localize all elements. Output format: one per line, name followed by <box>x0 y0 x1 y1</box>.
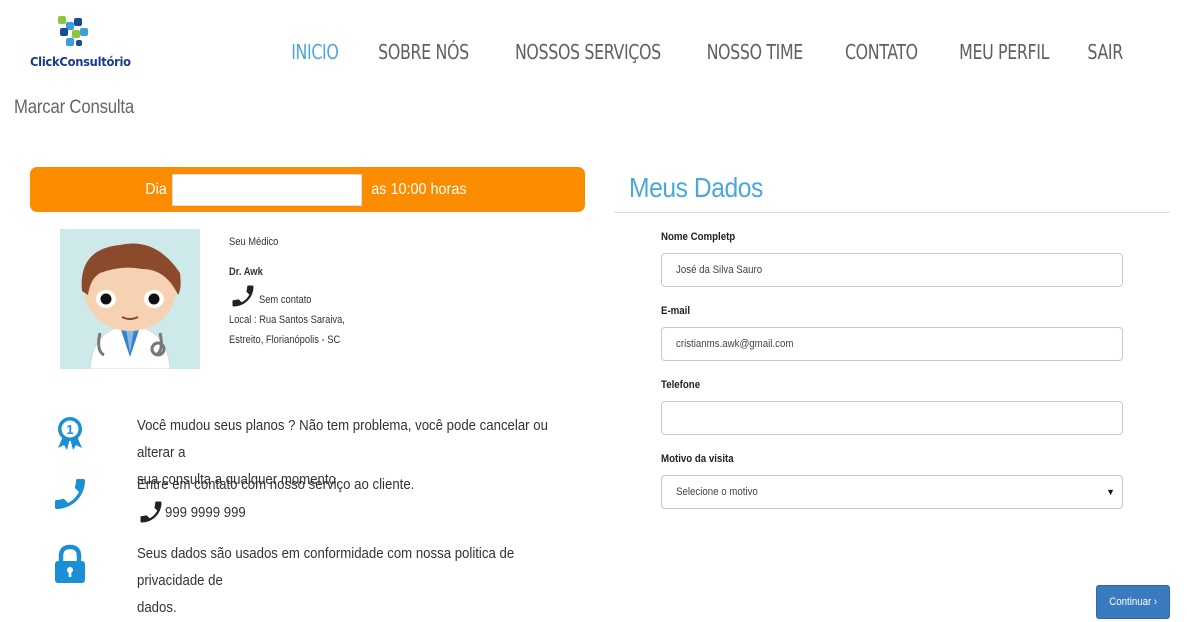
reason-selected-value: Selecione o motivo <box>676 486 758 498</box>
privacy-text: Seus dados são usados em conformidade co… <box>137 540 567 621</box>
svg-text:1: 1 <box>66 422 73 437</box>
phone-field[interactable] <box>661 401 1123 435</box>
phone-icon <box>140 501 162 523</box>
name-field[interactable]: José da Silva Sauro <box>661 253 1123 287</box>
brand-logo[interactable]: ClickConsultório <box>30 14 131 72</box>
nav-item-nosso-time[interactable]: NOSSO TIME <box>707 40 804 64</box>
nav-item-nossos-servicos[interactable]: NOSSOS SERVIÇOS <box>514 40 660 64</box>
doctor-avatar <box>60 229 200 369</box>
phone-icon <box>55 479 85 509</box>
doctor-contact: Sem contato <box>229 282 365 310</box>
form-divider <box>614 212 1170 213</box>
email-value: cristianms.awk@gmail.com <box>676 338 794 350</box>
info-row-contact: Entre em contato com nosso serviço ao cl… <box>50 474 414 523</box>
reason-select[interactable]: Selecione o motivo ▼ <box>661 475 1123 509</box>
main-nav: INICIO SOBRE NÓS NOSSOS SERVIÇOS NOSSO T… <box>288 40 1125 64</box>
appointment-prefix: Dia <box>144 180 167 198</box>
appointment-bar: Dia as 10:00 horas <box>30 167 585 212</box>
privacy-text-line2: dados. <box>137 599 177 616</box>
phone-icon <box>232 285 254 307</box>
chevron-down-icon: ▼ <box>1106 487 1115 497</box>
nav-item-contato[interactable]: CONTATO <box>845 40 918 64</box>
phone-label: Telefone <box>661 379 701 391</box>
nav-item-sair[interactable]: SAIR <box>1087 40 1123 64</box>
contact-text: Entre em contato com nosso serviço ao cl… <box>137 471 567 526</box>
date-input[interactable] <box>171 173 362 206</box>
doctor-section-label: Seu Médico <box>229 236 279 248</box>
continue-button[interactable]: Continuar › <box>1096 585 1170 619</box>
doctor-name: Dr. Awk <box>229 266 263 278</box>
lock-icon <box>55 544 85 583</box>
continue-button-label: Continuar › <box>1109 596 1157 608</box>
nav-item-sobre-nos[interactable]: SOBRE NÓS <box>378 40 469 64</box>
brand-name: ClickConsultório <box>30 54 131 69</box>
plans-text-line1: Você mudou seus planos ? Não tem problem… <box>137 417 548 461</box>
email-field[interactable]: cristianms.awk@gmail.com <box>661 327 1123 361</box>
email-label: E-mail <box>661 305 691 317</box>
customer-service-phone: 999 9999 999 <box>137 498 567 526</box>
page-title: Marcar Consulta <box>14 97 135 118</box>
award-ribbon-icon: 1 <box>58 417 82 450</box>
privacy-text-line1: Seus dados são usados em conformidade co… <box>137 545 515 589</box>
contact-text-line: Entre em contato com nosso serviço ao cl… <box>137 476 415 493</box>
doctor-address-line1: Local : Rua Santos Saraiva, <box>229 314 345 326</box>
info-row-plans: 1 Você mudou seus planos ? Não tem probl… <box>50 412 548 488</box>
doctor-illustration-icon <box>81 243 181 369</box>
nav-item-meu-perfil[interactable]: MEU PERFIL <box>959 40 1049 64</box>
doctor-info: Seu Médico Dr. Awk Sem contato Local : R… <box>229 232 365 350</box>
doctor-address-line2: Estreito, Florianópolis - SC <box>229 334 341 346</box>
name-label: Nome Completp <box>661 231 736 243</box>
info-row-privacy: Seus dados são usados em conformidade co… <box>50 544 514 616</box>
form-title: Meus Dados <box>629 172 763 203</box>
nav-item-inicio[interactable]: INICIO <box>291 40 339 64</box>
reason-label: Motivo da visita <box>661 453 734 465</box>
appointment-time: as 10:00 horas <box>370 180 467 198</box>
logo-mark-icon <box>58 16 88 46</box>
name-value: José da Silva Sauro <box>676 264 763 276</box>
doctor-contact-text: Sem contato <box>259 294 312 306</box>
phone-number: 999 9999 999 <box>165 503 246 521</box>
